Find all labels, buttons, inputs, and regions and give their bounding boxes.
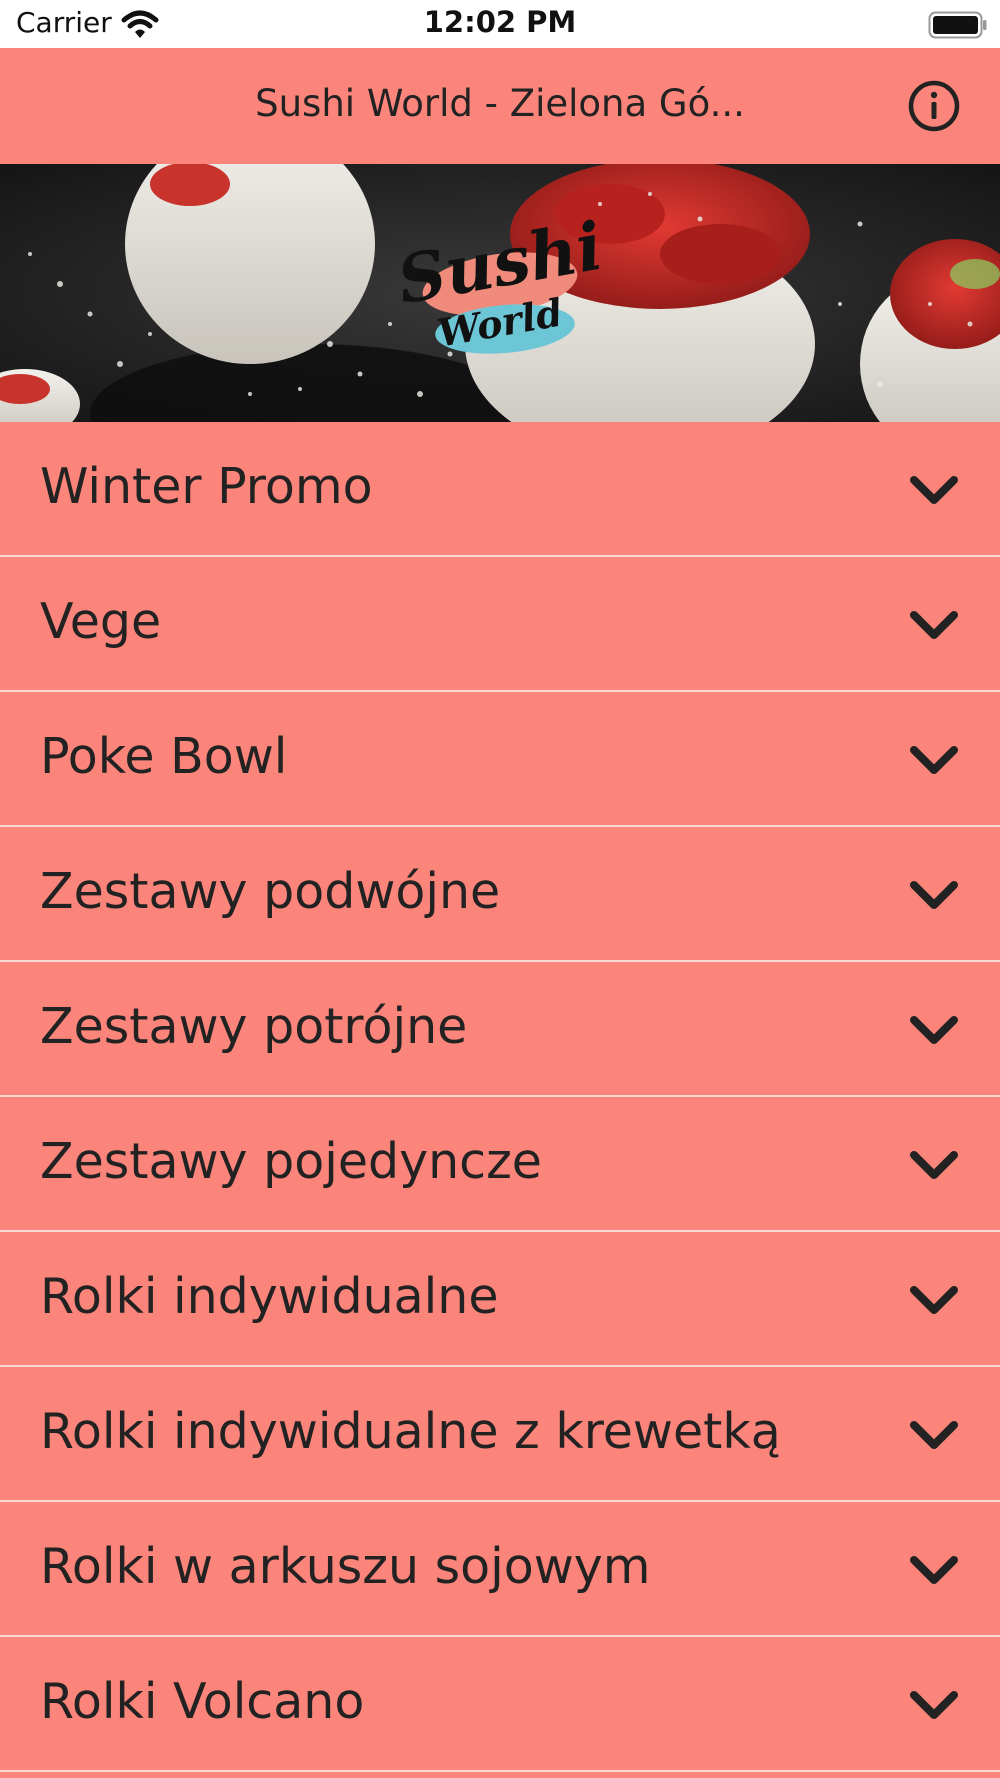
category-row[interactable]: Rolki Volcano <box>0 1637 1000 1772</box>
category-row[interactable]: Rolki w arkuszu sojowym <box>0 1502 1000 1637</box>
category-label: Poke Bowl <box>40 728 288 785</box>
chevron-down-icon[interactable] <box>908 873 960 917</box>
chevron-down-icon[interactable] <box>908 1548 960 1592</box>
chevron-down-icon[interactable] <box>908 1278 960 1322</box>
status-bar: Carrier 12:02 PM <box>0 0 1000 48</box>
category-label: Rolki indywidualne <box>40 1268 499 1325</box>
page-title: Sushi World - Zielona Gó... <box>255 82 745 125</box>
category-row[interactable]: Rolki indywidualne <box>0 1232 1000 1367</box>
category-row[interactable]: Zestawy pojedyncze <box>0 1097 1000 1232</box>
category-row[interactable]: Winter Promo <box>0 422 1000 557</box>
category-row[interactable]: Poke Bowl <box>0 692 1000 827</box>
chevron-down-icon[interactable] <box>908 1143 960 1187</box>
category-row[interactable]: Vege <box>0 557 1000 692</box>
chevron-down-icon[interactable] <box>908 1008 960 1052</box>
status-time: 12:02 PM <box>423 5 577 39</box>
chevron-down-icon[interactable] <box>908 1683 960 1727</box>
category-row[interactable]: Zestawy podwójne <box>0 827 1000 962</box>
category-label: Rolki indywidualne z krewetką <box>40 1403 781 1460</box>
navigation-bar: Sushi World - Zielona Gó... <box>0 48 1000 164</box>
category-row[interactable]: Rolki indywidualne z krewetką <box>0 1367 1000 1502</box>
chevron-down-icon[interactable] <box>908 468 960 512</box>
category-label: Rolki Volcano <box>40 1673 365 1730</box>
chevron-down-icon[interactable] <box>908 1413 960 1457</box>
info-icon[interactable] <box>906 78 962 134</box>
category-label: Zestawy potrójne <box>40 998 468 1055</box>
category-label: Vege <box>40 593 162 650</box>
category-row[interactable]: Zestawy potrójne <box>0 962 1000 1097</box>
chevron-down-icon[interactable] <box>908 603 960 647</box>
category-label: Zestawy pojedyncze <box>40 1133 542 1190</box>
category-list: Winter Promo Vege Poke Bowl Zestawy podwójn… <box>0 422 1000 1772</box>
category-label: Rolki w arkuszu sojowym <box>40 1538 651 1595</box>
category-label: Zestawy podwójne <box>40 863 501 920</box>
battery-icon <box>928 11 987 39</box>
chevron-down-icon[interactable] <box>908 738 960 782</box>
category-label: Winter Promo <box>40 458 373 515</box>
restaurant-banner: Sushi World <box>0 164 1000 422</box>
